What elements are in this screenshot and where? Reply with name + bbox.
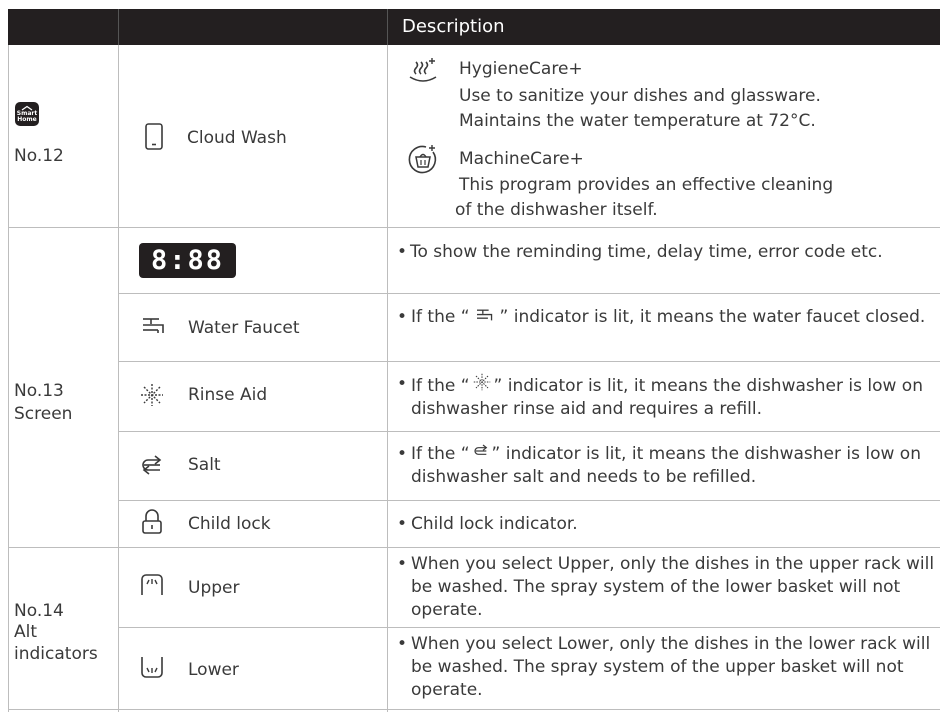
feature-cloud-wash: Cloud Wash bbox=[187, 128, 287, 148]
upper-rack-icon bbox=[141, 574, 163, 595]
smart-home-badge-line2: Home bbox=[17, 116, 37, 123]
feature-lower: Lower bbox=[188, 660, 239, 680]
grid-vline-1 bbox=[118, 45, 119, 712]
display-digits: 8:88 bbox=[150, 245, 225, 276]
grid-hline-upper bbox=[118, 627, 940, 628]
header-divider-2 bbox=[387, 9, 388, 45]
feature-water-faucet: Water Faucet bbox=[188, 318, 300, 338]
desc-upper: When you select Upper, only the dishes i… bbox=[411, 554, 935, 620]
feature-child-lock: Child lock bbox=[188, 514, 271, 534]
row-label-no14-line2: Alt bbox=[14, 622, 38, 642]
grid-vline-outer-left bbox=[8, 45, 9, 712]
grid-hline-no13-bottom bbox=[8, 547, 940, 548]
program-machinecare-line2: of the dishwasher itself. bbox=[455, 200, 658, 220]
digital-display: 8:88 bbox=[139, 243, 236, 278]
desc-lower: When you select Lower, only the dishes i… bbox=[411, 634, 931, 700]
header-description: Description bbox=[402, 16, 505, 37]
lock-icon bbox=[142, 509, 162, 534]
phone-icon bbox=[145, 123, 163, 150]
desc-salt-prefix: If the “ bbox=[411, 444, 470, 464]
desc-faucet: If the “ ” indicator is lit, it means th… bbox=[411, 306, 936, 329]
grid-hline-faucet bbox=[118, 361, 940, 362]
bullet-child: • bbox=[397, 514, 408, 534]
program-machinecare-line1: This program provides an effective clean… bbox=[459, 175, 834, 195]
grid-hline-rinse bbox=[118, 431, 940, 432]
bullet-rinse: • bbox=[397, 374, 408, 394]
hygiene-steam-icon bbox=[409, 58, 437, 82]
smart-home-icon: Smart Home bbox=[15, 102, 39, 126]
grid-hline-salt bbox=[118, 500, 940, 501]
feature-salt: Salt bbox=[188, 455, 221, 475]
row-label-no13-line2: Screen bbox=[14, 404, 73, 424]
salt-icon bbox=[142, 455, 162, 475]
lower-rack-icon bbox=[141, 657, 163, 678]
rinse-aid-inline-icon bbox=[473, 373, 490, 391]
feature-rinse-aid: Rinse Aid bbox=[188, 385, 268, 405]
program-hygienecare-line2: Maintains the water temperature at 72°C. bbox=[459, 111, 816, 131]
row-label-no12: No.12 bbox=[14, 146, 64, 166]
row-label-no14-line3: indicators bbox=[14, 644, 98, 664]
grid-hline-bottom bbox=[8, 709, 940, 710]
bullet-upper: • bbox=[397, 554, 408, 574]
grid-vline-2 bbox=[387, 45, 388, 712]
bullet-faucet: • bbox=[397, 307, 408, 327]
rinse-aid-icon bbox=[141, 384, 163, 406]
row-label-no14-line1: No.14 bbox=[14, 601, 64, 621]
salt-inline-icon bbox=[473, 444, 487, 455]
grid-hline-no12-bottom bbox=[8, 227, 940, 228]
program-hygienecare-title: HygieneCare+ bbox=[459, 59, 583, 79]
desc-rinse-prefix: If the “ bbox=[411, 376, 470, 396]
bullet-salt: • bbox=[397, 444, 408, 464]
desc-child-lock: Child lock indicator. bbox=[411, 514, 578, 534]
header-divider-1 bbox=[118, 9, 119, 45]
desc-faucet-prefix: If the “ bbox=[411, 307, 470, 327]
faucet-icon bbox=[143, 318, 164, 333]
machine-care-icon bbox=[408, 145, 437, 174]
bullet-display: • bbox=[397, 242, 408, 262]
bullet-lower: • bbox=[397, 634, 408, 654]
desc-rinse: If the “ ” indicator is lit, it means th… bbox=[411, 373, 936, 421]
grid-hline-display bbox=[118, 293, 940, 294]
program-hygienecare-line1: Use to sanitize your dishes and glasswar… bbox=[459, 86, 821, 106]
program-machinecare-title: MachineCare+ bbox=[459, 149, 584, 169]
feature-upper: Upper bbox=[188, 578, 240, 598]
faucet-inline-icon bbox=[476, 309, 492, 321]
desc-display: To show the reminding time, delay time, … bbox=[410, 242, 883, 262]
row-label-no13-line1: No.13 bbox=[14, 381, 64, 401]
desc-faucet-suffix: ” indicator is lit, it means the water f… bbox=[499, 307, 926, 327]
desc-salt: If the “ ” indicator is lit, it means th… bbox=[411, 443, 936, 489]
